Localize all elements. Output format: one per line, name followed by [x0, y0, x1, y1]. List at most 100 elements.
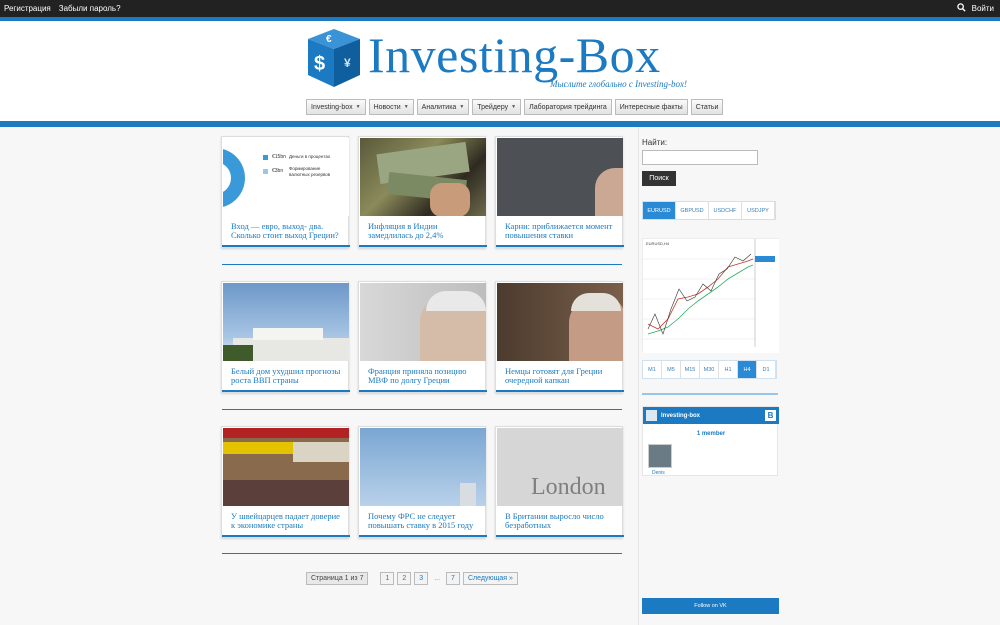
widget-divider — [642, 393, 778, 395]
article-title[interactable]: В Британии выросло число безработных — [505, 512, 617, 530]
article-card[interactable]: Немцы готовят для Греции очередной капка… — [495, 281, 624, 393]
card-bottom-line — [496, 390, 624, 392]
row-separator — [222, 553, 622, 554]
nav-trading-lab[interactable]: Лаборатория трейдинга — [524, 99, 612, 115]
article-title[interactable]: Белый дом ухудшил прогнозы роста ВВП стр… — [231, 367, 343, 385]
tab-d1[interactable]: D1 — [757, 361, 776, 378]
london-sign-text: London — [531, 474, 606, 500]
tab-eurusd[interactable]: EURUSD — [643, 202, 676, 219]
register-link[interactable]: Регистрация — [4, 4, 51, 13]
article-title[interactable]: Немцы готовят для Греции очередной капка… — [505, 367, 617, 385]
chevron-down-icon: ▼ — [511, 104, 517, 110]
nav-investing-box[interactable]: Investing-box ▼ — [306, 99, 366, 115]
article-thumbnail[interactable] — [223, 428, 349, 506]
article-title[interactable]: Карни: приближается момент повышения ста… — [505, 222, 617, 240]
article-thumbnail[interactable] — [360, 138, 486, 216]
chevron-down-icon: ▼ — [355, 104, 361, 110]
page-2[interactable]: 2 — [397, 572, 412, 585]
forgot-password-link[interactable]: Забыли пароль? — [59, 4, 121, 13]
chevron-down-icon: ▼ — [459, 104, 465, 110]
article-card[interactable]: Карни: приближается момент повышения ста… — [495, 136, 624, 248]
svg-text:$: $ — [314, 53, 325, 75]
nav-analytics[interactable]: Аналитика ▼ — [416, 99, 470, 115]
article-thumbnail[interactable]: €15bn Деньги в процентах €3bn Формирован… — [223, 138, 349, 216]
fx-chart: EURUSD,H4 — [642, 238, 779, 353]
article-title[interactable]: Франция приняла позицию МВФ по долгу Гре… — [368, 367, 480, 385]
nav-interesting-facts[interactable]: Интересные факты — [614, 99, 688, 115]
sidebar: Найти: Поиск EURUSD GBPUSD USDCHF USDJPY… — [638, 127, 788, 625]
row-separator — [222, 409, 622, 410]
article-title[interactable]: У швейцарцев падает доверие к экономике … — [231, 512, 343, 530]
article-thumbnail[interactable] — [360, 283, 486, 361]
article-title[interactable]: Инфляция в Индии замедлилась до 2,4% — [368, 222, 480, 240]
nav-articles[interactable]: Статьи — [690, 99, 724, 115]
logo-cube-icon[interactable]: € $ ¥ — [304, 25, 364, 89]
card-bottom-line — [359, 535, 487, 537]
legend-value: €15bn — [272, 154, 286, 160]
fx-chart-graph — [643, 239, 779, 353]
article-card[interactable]: Франция приняла позицию МВФ по долгу Гре… — [358, 281, 487, 393]
nav-news[interactable]: Новости ▼ — [368, 99, 414, 115]
pagination: Страница 1 из 7 1 2 3 ... 7 Следующая » — [306, 572, 518, 585]
page-1[interactable]: 1 — [380, 572, 395, 585]
vk-member-count[interactable]: 1 member — [643, 431, 779, 437]
card-bottom-line — [496, 535, 624, 537]
vk-group-name[interactable]: Investing-box — [661, 413, 700, 419]
vk-widget-header[interactable]: Investing-box В — [643, 407, 779, 424]
card-bottom-line — [359, 245, 487, 247]
tab-h1[interactable]: H1 — [719, 361, 738, 378]
tab-usdchf[interactable]: USDCHF — [709, 202, 742, 219]
search-button[interactable]: Поиск — [642, 171, 676, 186]
page-info: Страница 1 из 7 — [306, 572, 369, 585]
tab-m1[interactable]: M1 — [643, 361, 662, 378]
site-title[interactable]: Investing-Box — [368, 26, 661, 84]
vk-group-widget: Investing-box В 1 member Denis — [642, 406, 779, 476]
timeframe-tabs: M1 M5 M15 M30 H1 H4 D1 — [642, 360, 777, 379]
card-bottom-line — [222, 245, 350, 247]
chart-caption: EURUSD,H4 — [646, 241, 670, 246]
article-thumbnail[interactable]: London — [497, 428, 623, 506]
card-bottom-line — [222, 535, 350, 537]
tab-h4[interactable]: H4 — [738, 361, 757, 378]
legend-label: Деньги в процентах — [289, 154, 331, 159]
tab-m5[interactable]: M5 — [662, 361, 681, 378]
avatar[interactable] — [648, 444, 672, 468]
article-card[interactable]: Почему ФРС не следует повышать ставку в … — [358, 426, 487, 538]
follow-on-vk-button[interactable]: Follow on VK — [642, 598, 779, 614]
nav-trader[interactable]: Трейдеру ▼ — [472, 99, 522, 115]
top-bar: Регистрация Забыли пароль? Войти — [0, 0, 1000, 17]
tab-m30[interactable]: M30 — [700, 361, 719, 378]
article-thumbnail[interactable] — [223, 283, 349, 361]
site-slogan: Мыслите глобально с Investing-box! — [550, 79, 688, 89]
article-card[interactable]: €15bn Деньги в процентах €3bn Формирован… — [221, 136, 350, 248]
article-card[interactable]: У швейцарцев падает доверие к экономике … — [221, 426, 350, 538]
search-icon[interactable] — [956, 3, 966, 14]
tab-usdjpy[interactable]: USDJPY — [742, 202, 775, 219]
article-thumbnail[interactable] — [497, 283, 623, 361]
tab-gbpusd[interactable]: GBPUSD — [676, 202, 709, 219]
content-area: €15bn Деньги в процентах €3bn Формирован… — [0, 127, 1000, 625]
vk-member-name[interactable]: Denis — [652, 470, 665, 476]
group-avatar[interactable] — [646, 410, 657, 421]
article-thumbnail[interactable] — [360, 428, 486, 506]
search-label: Найти: — [642, 138, 668, 147]
row-separator — [222, 264, 622, 265]
login-link[interactable]: Войти — [972, 4, 994, 13]
card-bottom-line — [222, 390, 350, 392]
article-title[interactable]: Почему ФРС не следует повышать ставку в … — [368, 512, 480, 530]
page-3[interactable]: 3 — [414, 572, 429, 585]
search-input[interactable] — [642, 150, 758, 165]
article-thumbnail[interactable] — [497, 138, 623, 216]
next-page-button[interactable]: Следующая » — [462, 572, 518, 585]
tab-m15[interactable]: M15 — [681, 361, 700, 378]
page-dots: ... — [434, 575, 441, 582]
card-bottom-line — [496, 245, 624, 247]
article-card[interactable]: Белый дом ухудшил прогнозы роста ВВП стр… — [221, 281, 350, 393]
fx-pair-tabs: EURUSD GBPUSD USDCHF USDJPY — [642, 201, 776, 220]
article-title[interactable]: Вход — евро, выход- два. Сколько стоит в… — [231, 222, 343, 240]
vk-logo-icon[interactable]: В — [765, 410, 776, 421]
card-bottom-line — [359, 390, 487, 392]
article-card[interactable]: London В Британии выросло число безработ… — [495, 426, 624, 538]
article-card[interactable]: Инфляция в Индии замедлилась до 2,4% — [358, 136, 487, 248]
page-last[interactable]: 7 — [446, 572, 460, 585]
